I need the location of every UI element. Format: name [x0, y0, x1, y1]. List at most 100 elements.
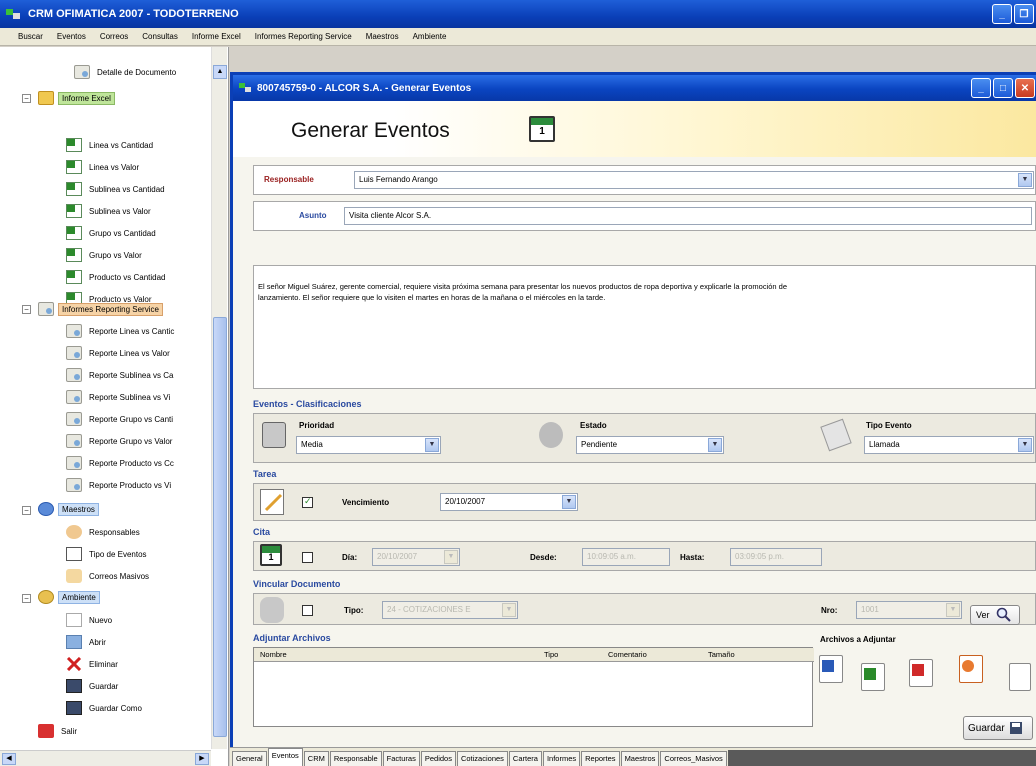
tree-item-exit[interactable]: Salir — [38, 722, 80, 740]
tree-item[interactable]: Guardar — [66, 677, 121, 695]
ver-button[interactable]: Ver — [970, 605, 1020, 625]
sidebar-vertical-scrollbar[interactable]: ▲ — [211, 47, 227, 749]
collapse-toggle[interactable]: − — [22, 594, 31, 603]
tree-item[interactable]: Detalle de Documento — [74, 63, 179, 81]
tree-group-ambiente[interactable]: Ambiente — [38, 588, 100, 606]
tree-item[interactable]: Reporte Grupo vs Valor — [66, 432, 175, 450]
tree-item[interactable]: Eliminar — [66, 655, 121, 673]
chevron-down-icon[interactable]: ▼ — [444, 550, 458, 564]
chevron-down-icon[interactable]: ▼ — [708, 438, 722, 452]
minimize-button[interactable]: _ — [971, 78, 991, 98]
hasta-time-picker[interactable]: 03:09:05 p.m. — [730, 548, 822, 566]
tree-item[interactable]: Reporte Grupo vs Canti — [66, 410, 176, 428]
scrollbar-thumb[interactable] — [213, 317, 227, 737]
tab-eventos[interactable]: Eventos — [267, 748, 303, 766]
column-header[interactable]: Tamaño — [708, 650, 735, 659]
tab-facturas[interactable]: Facturas — [382, 751, 420, 766]
image-file-icon[interactable] — [959, 655, 983, 683]
tree-item[interactable]: Reporte Sublinea vs Vi — [66, 388, 173, 406]
maximize-button[interactable]: □ — [993, 78, 1013, 98]
chevron-down-icon[interactable]: ▼ — [1018, 438, 1032, 452]
chevron-down-icon[interactable]: ▼ — [562, 495, 576, 509]
chevron-down-icon[interactable]: ▼ — [946, 603, 960, 617]
tab-cartera[interactable]: Cartera — [508, 751, 542, 766]
column-header[interactable]: Tipo — [544, 650, 558, 659]
tab-correos-masivos[interactable]: Correos_Masivos — [660, 751, 727, 766]
excel-file-icon[interactable] — [861, 663, 885, 691]
tree-item[interactable]: Reporte Sublinea vs Ca — [66, 366, 177, 384]
guardar-button[interactable]: Guardar — [963, 716, 1033, 740]
scroll-right-icon[interactable]: ▶ — [195, 753, 209, 765]
scroll-left-icon[interactable]: ◀ — [2, 753, 16, 765]
tab-reportes[interactable]: Reportes — [581, 751, 620, 766]
other-file-icon[interactable] — [1009, 663, 1031, 691]
menu-informe-excel[interactable]: Informe Excel — [192, 32, 241, 41]
tree-item[interactable]: Reporte Producto vs Cc — [66, 454, 177, 472]
menu-correos[interactable]: Correos — [100, 32, 128, 41]
tree-item[interactable]: Guardar Como — [66, 699, 145, 717]
tab-maestros[interactable]: Maestros — [620, 751, 660, 766]
menu-consultas[interactable]: Consultas — [142, 32, 178, 41]
collapse-toggle[interactable]: − — [22, 94, 31, 103]
restore-button[interactable]: ❐ — [1014, 4, 1034, 24]
tab-cotizaciones[interactable]: Cotizaciones — [456, 751, 508, 766]
tipo-select[interactable]: 24 - COTIZACIONES E ▼ — [382, 601, 518, 619]
close-button[interactable]: ✕ — [1015, 78, 1035, 98]
dia-date-picker[interactable]: 20/10/2007 ▼ — [372, 548, 460, 566]
collapse-toggle[interactable]: − — [22, 506, 31, 515]
tree-group-maestros[interactable]: Maestros — [38, 500, 99, 518]
column-header[interactable]: Comentario — [608, 650, 647, 659]
tree-item[interactable]: Grupo vs Cantidad — [66, 224, 159, 242]
pdf-file-icon[interactable] — [909, 659, 933, 687]
tab-crm[interactable]: CRM — [303, 751, 329, 766]
tab-general[interactable]: General — [232, 751, 267, 766]
attachments-table[interactable]: Nombre Tipo Comentario Tamaño — [253, 647, 814, 727]
tarea-checkbox[interactable] — [302, 496, 313, 508]
tab-pedidos[interactable]: Pedidos — [420, 751, 456, 766]
tree-item[interactable]: Abrir — [66, 633, 109, 651]
tree-group-informe-excel[interactable]: Informe Excel — [38, 89, 115, 107]
menu-maestros[interactable]: Maestros — [366, 32, 399, 41]
minimize-button[interactable]: _ — [992, 4, 1012, 24]
chevron-down-icon[interactable]: ▼ — [1018, 173, 1032, 187]
tree-item[interactable]: Correos Masivos — [66, 567, 152, 585]
tree-group-informes-reporting[interactable]: Informes Reporting Service — [38, 300, 163, 318]
chevron-down-icon[interactable]: ▼ — [425, 438, 439, 452]
nro-select[interactable]: 1001 ▼ — [856, 601, 962, 619]
prioridad-select[interactable]: Media ▼ — [296, 436, 441, 454]
tree-item[interactable]: Linea vs Cantidad — [66, 136, 156, 154]
tree-item[interactable]: Linea vs Valor — [66, 158, 142, 176]
tree-item[interactable]: Responsables — [66, 523, 143, 541]
responsable-select[interactable]: Luis Fernando Arango ▼ — [354, 171, 1034, 189]
tab-informes[interactable]: Informes — [542, 751, 581, 766]
collapse-toggle[interactable]: − — [22, 305, 31, 314]
asunto-input[interactable]: Visita cliente Alcor S.A. — [344, 207, 1032, 225]
tree-item[interactable]: Grupo vs Valor — [66, 246, 145, 264]
vincular-checkbox[interactable] — [302, 605, 313, 616]
column-header[interactable]: Nombre — [260, 650, 287, 659]
scroll-up-icon[interactable]: ▲ — [213, 65, 227, 79]
tree-item[interactable]: Reporte Producto vs Vi — [66, 476, 174, 494]
menu-informes-reporting[interactable]: Informes Reporting Service — [255, 32, 352, 41]
menu-buscar[interactable]: Buscar — [18, 32, 43, 41]
description-textarea[interactable]: El señor Miguel Suárez, gerente comercia… — [253, 265, 1036, 389]
estado-select[interactable]: Pendiente ▼ — [576, 436, 724, 454]
sidebar-horizontal-scrollbar[interactable]: ◀ ▶ — [0, 750, 211, 766]
tree-item[interactable]: Reporte Linea vs Valor — [66, 344, 173, 362]
tree-item[interactable]: Sublinea vs Cantidad — [66, 180, 168, 198]
excel-icon — [66, 160, 82, 174]
word-file-icon[interactable] — [819, 655, 843, 683]
menu-eventos[interactable]: Eventos — [57, 32, 86, 41]
tipo-evento-select[interactable]: Llamada ▼ — [864, 436, 1034, 454]
vencimiento-date-picker[interactable]: 20/10/2007 ▼ — [440, 493, 578, 511]
tree-item[interactable]: Reporte Linea vs Cantic — [66, 322, 177, 340]
tree-item[interactable]: Tipo de Eventos — [66, 545, 150, 563]
chevron-down-icon[interactable]: ▼ — [502, 603, 516, 617]
cita-checkbox[interactable] — [302, 552, 313, 563]
tree-item[interactable]: Nuevo — [66, 611, 115, 629]
desde-time-picker[interactable]: 10:09:05 a.m. — [582, 548, 670, 566]
tab-responsable[interactable]: Responsable — [329, 751, 382, 766]
tree-item[interactable]: Producto vs Cantidad — [66, 268, 169, 286]
menu-ambiente[interactable]: Ambiente — [413, 32, 447, 41]
tree-item[interactable]: Sublinea vs Valor — [66, 202, 154, 220]
